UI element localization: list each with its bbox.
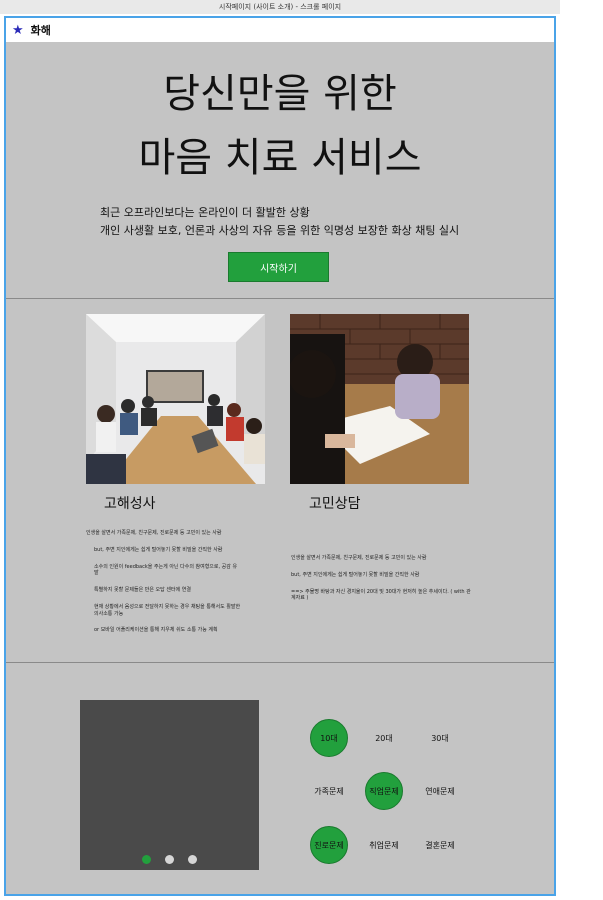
slider-dots [80,855,259,864]
hero-section: 당신만을 위한 마음 치료 서비스 최근 오프라인보다는 온라인이 더 활발한 … [6,42,554,299]
desc-line: 인생을 살면서 가족문제, 친구문제, 진로문제 등 고민이 있는 사람 [291,555,427,561]
tag-work[interactable]: 직업문제 [365,772,403,810]
tag-marriage[interactable]: 결혼문제 [421,826,459,864]
meeting-room-photo [86,314,265,484]
tag-job[interactable]: 취업문제 [365,826,403,864]
window-title: 시작페이지 (사이트 소개) - 스크롤 페이지 [0,0,560,14]
desc-line: 소수의 인원이 feedback을 주는게 아닌 다수의 참여형으로, 공감 유… [94,563,238,577]
desc-line: 인생을 살면서 가족문제, 친구문제, 진로문제 등 고민이 있는 사람 [86,530,222,536]
star-icon: ★ [12,22,24,38]
hero-subtitle-line2: 개인 사생활 보호, 언론과 사상의 자유 등을 위한 익명성 보장한 화상 채… [100,224,460,237]
slider-dot[interactable] [188,855,197,864]
desc-line: ==> 주물명 바탕과 자신 경지율이 20대 및 30대가 현저히 높은 추세… [291,588,471,602]
service-desc-counseling: 인생을 살면서 가족문제, 친구문제, 진로문제 등 고민이 있는 사람 but… [291,555,471,612]
hero-headline-line2: 마음 치료 서비스 [138,135,422,181]
top-nav: ★ 화해 [6,18,554,42]
hero-headline-line1: 당신만을 위한 [163,71,397,117]
tag-career[interactable]: 진로문제 [310,826,348,864]
slider-dot[interactable] [142,855,151,864]
hero-subtitle-line1: 최근 오프라인보다는 온라인이 더 활발한 상황 [100,206,310,219]
tag-30s[interactable]: 30대 [421,719,459,757]
services-section: 고해성사 고민상담 인생을 살면서 가족문제, 친구문제, 진로문제 등 고민이… [6,300,554,663]
desc-line: or 모바일 어플리케이션을 통해 지우체 쉬도 소통 가능 계획 [94,627,218,634]
page-frame: ★ 화해 당신만을 위한 마음 치료 서비스 최근 오프라인보다는 온라인이 더… [4,16,556,896]
tag-10s[interactable]: 10대 [310,719,348,757]
tag-love[interactable]: 연애문제 [421,772,459,810]
service-title-counseling: 고민상담 [309,496,361,512]
start-button[interactable]: 시작하기 [228,252,329,282]
desc-line: but, 주변 지인에게는 쉽게 털어놓기 못할 비밀을 간직한 사람 [291,571,420,578]
tag-20s[interactable]: 20대 [365,719,403,757]
desc-line: 특별하지 못할 문제들은 만은 오답 센터에 연결 [94,587,191,593]
service-desc-confession: 인생을 살면서 가족문제, 친구문제, 진로문제 등 고민이 있는 사람 but… [86,530,241,644]
desc-line: but, 주변 지인에게는 쉽게 털어놓기 못할 비밀을 간직한 사람 [94,546,223,553]
service-title-confession: 고해성사 [104,496,156,512]
slider-dot[interactable] [165,855,174,864]
image-slider[interactable] [80,700,259,870]
tag-family[interactable]: 가족문제 [310,772,348,810]
category-section: 10대 20대 30대 가족문제 직업문제 연애문제 진로문제 취업문제 결혼문… [6,664,554,894]
logo-text[interactable]: 화해 [31,22,51,38]
desc-line: 현재 상황에서 음성으로 전달하지 못하는 경우 채팅을 통해서도 활발한 의사… [94,603,241,617]
counseling-photo [290,314,469,484]
